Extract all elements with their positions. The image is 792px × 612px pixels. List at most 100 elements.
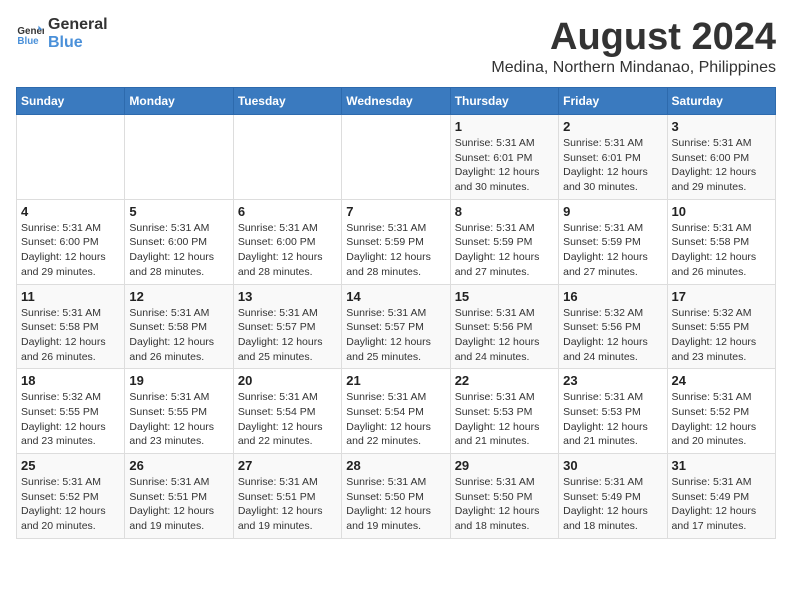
day-detail: Sunrise: 5:31 AM Sunset: 5:59 PM Dayligh… — [455, 221, 554, 280]
day-cell: 19Sunrise: 5:31 AM Sunset: 5:55 PM Dayli… — [125, 369, 233, 454]
day-cell: 29 Sunrise: 5:31 AM Sunset: 5:50 PM Dayli… — [450, 454, 558, 539]
day-detail: Sunrise: 5:31 AM Sunset: 5:58 PM Dayligh… — [672, 221, 771, 280]
day-number: 2 — [563, 119, 662, 134]
day-number: 18 — [21, 373, 120, 388]
day-number: 3 — [672, 119, 771, 134]
day-detail: Sunrise: 5:31 AM Sunset: 5:49 PM Dayligh… — [672, 475, 771, 534]
week-row-3: 18 Sunrise: 5:32 AM Sunset: 5:55 PM Dayli… — [17, 369, 776, 454]
page-header: General Blue General Blue August 2024 Me… — [16, 16, 776, 77]
day-number: 26 — [129, 458, 228, 473]
day-detail: Sunrise: 5:31 AM Sunset: 5:59 PM Dayligh… — [346, 221, 445, 280]
day-detail: Sunrise: 5:31 AM Sunset: 5:50 PM Dayligh… — [455, 475, 554, 534]
day-detail: Sunrise: 5:31 AM Sunset: 5:50 PM Dayligh… — [346, 475, 445, 534]
day-detail: Sunrise: 5:31 AM Sunset: 5:53 PM Dayligh… — [455, 390, 554, 449]
day-cell: 8Sunrise: 5:31 AM Sunset: 5:59 PM Daylig… — [450, 199, 558, 284]
day-cell: 16Sunrise: 5:32 AM Sunset: 5:56 PM Dayli… — [559, 284, 667, 369]
title-block: August 2024 Medina, Northern Mindanao, P… — [491, 16, 776, 77]
day-cell: 3 Sunrise: 5:31 AM Sunset: 6:00 PM Daylig… — [667, 115, 775, 200]
day-detail: Sunrise: 5:31 AM Sunset: 5:56 PM Dayligh… — [455, 306, 554, 365]
week-row-1: 4 Sunrise: 5:31 AM Sunset: 6:00 PM Daylig… — [17, 199, 776, 284]
header-wednesday: Wednesday — [342, 88, 450, 115]
header-thursday: Thursday — [450, 88, 558, 115]
day-cell: 1Sunrise: 5:31 AM Sunset: 6:01 PM Daylig… — [450, 115, 558, 200]
day-cell — [125, 115, 233, 200]
calendar-subtitle: Medina, Northern Mindanao, Philippines — [491, 59, 776, 77]
day-detail: Sunrise: 5:32 AM Sunset: 5:55 PM Dayligh… — [672, 306, 771, 365]
header-friday: Friday — [559, 88, 667, 115]
day-cell: 4 Sunrise: 5:31 AM Sunset: 6:00 PM Daylig… — [17, 199, 125, 284]
day-detail: Sunrise: 5:31 AM Sunset: 6:00 PM Dayligh… — [21, 221, 120, 280]
day-detail: Sunrise: 5:31 AM Sunset: 5:54 PM Dayligh… — [346, 390, 445, 449]
day-number: 7 — [346, 204, 445, 219]
day-number: 31 — [672, 458, 771, 473]
day-detail: Sunrise: 5:31 AM Sunset: 5:51 PM Dayligh… — [129, 475, 228, 534]
calendar-title: August 2024 — [491, 16, 776, 59]
day-number: 20 — [238, 373, 337, 388]
day-detail: Sunrise: 5:31 AM Sunset: 5:53 PM Dayligh… — [563, 390, 662, 449]
day-number: 22 — [455, 373, 554, 388]
day-cell: 15Sunrise: 5:31 AM Sunset: 5:56 PM Dayli… — [450, 284, 558, 369]
day-cell: 17 Sunrise: 5:32 AM Sunset: 5:55 PM Dayli… — [667, 284, 775, 369]
day-number: 1 — [455, 119, 554, 134]
day-number: 23 — [563, 373, 662, 388]
day-number: 6 — [238, 204, 337, 219]
svg-text:Blue: Blue — [17, 36, 39, 47]
day-detail: Sunrise: 5:31 AM Sunset: 5:58 PM Dayligh… — [129, 306, 228, 365]
header-tuesday: Tuesday — [233, 88, 341, 115]
day-cell: 31 Sunrise: 5:31 AM Sunset: 5:49 PM Dayli… — [667, 454, 775, 539]
day-detail: Sunrise: 5:31 AM Sunset: 6:00 PM Dayligh… — [672, 136, 771, 195]
day-cell: 11Sunrise: 5:31 AM Sunset: 5:58 PM Dayli… — [17, 284, 125, 369]
day-number: 4 — [21, 204, 120, 219]
logo-line1: General — [48, 16, 108, 34]
day-cell — [233, 115, 341, 200]
day-number: 29 — [455, 458, 554, 473]
day-cell — [17, 115, 125, 200]
calendar-table: Sunday Monday Tuesday Wednesday Thursday… — [16, 87, 776, 539]
day-number: 17 — [672, 289, 771, 304]
logo: General Blue General Blue — [16, 16, 108, 52]
day-number: 14 — [346, 289, 445, 304]
week-row-2: 11Sunrise: 5:31 AM Sunset: 5:58 PM Dayli… — [17, 284, 776, 369]
day-number: 5 — [129, 204, 228, 219]
day-cell: 23 Sunrise: 5:31 AM Sunset: 5:53 PM Dayli… — [559, 369, 667, 454]
day-cell: 26 Sunrise: 5:31 AM Sunset: 5:51 PM Dayli… — [125, 454, 233, 539]
week-row-4: 25Sunrise: 5:31 AM Sunset: 5:52 PM Dayli… — [17, 454, 776, 539]
header-row: Sunday Monday Tuesday Wednesday Thursday… — [17, 88, 776, 115]
day-detail: Sunrise: 5:31 AM Sunset: 5:54 PM Dayligh… — [238, 390, 337, 449]
day-detail: Sunrise: 5:31 AM Sunset: 5:52 PM Dayligh… — [672, 390, 771, 449]
day-cell: 2 Sunrise: 5:31 AM Sunset: 6:01 PM Daylig… — [559, 115, 667, 200]
day-number: 24 — [672, 373, 771, 388]
day-cell: 22 Sunrise: 5:31 AM Sunset: 5:53 PM Dayli… — [450, 369, 558, 454]
header-sunday: Sunday — [17, 88, 125, 115]
day-cell: 6Sunrise: 5:31 AM Sunset: 6:00 PM Daylig… — [233, 199, 341, 284]
day-cell: 10 Sunrise: 5:31 AM Sunset: 5:58 PM Dayli… — [667, 199, 775, 284]
day-cell: 21 Sunrise: 5:31 AM Sunset: 5:54 PM Dayli… — [342, 369, 450, 454]
day-number: 21 — [346, 373, 445, 388]
day-detail: Sunrise: 5:31 AM Sunset: 5:59 PM Dayligh… — [563, 221, 662, 280]
day-cell: 9 Sunrise: 5:31 AM Sunset: 5:59 PM Daylig… — [559, 199, 667, 284]
day-cell: 7 Sunrise: 5:31 AM Sunset: 5:59 PM Daylig… — [342, 199, 450, 284]
day-number: 28 — [346, 458, 445, 473]
day-detail: Sunrise: 5:31 AM Sunset: 5:49 PM Dayligh… — [563, 475, 662, 534]
day-cell — [342, 115, 450, 200]
day-detail: Sunrise: 5:32 AM Sunset: 5:55 PM Dayligh… — [21, 390, 120, 449]
week-row-0: 1 Sunrise: 5:31 AM Sunset: 6:01 PM Daylig… — [17, 115, 776, 200]
day-cell: 20 Sunrise: 5:31 AM Sunset: 5:54 PM Dayli… — [233, 369, 341, 454]
day-number: 12 — [129, 289, 228, 304]
day-number: 9 — [563, 204, 662, 219]
day-number: 19 — [129, 373, 228, 388]
day-cell: 5 Sunrise: 5:31 AM Sunset: 6:00 PM Daylig… — [125, 199, 233, 284]
day-detail: Sunrise: 5:31 AM Sunset: 5:51 PM Dayligh… — [238, 475, 337, 534]
day-detail: Sunrise: 5:31 AM Sunset: 5:57 PM Dayligh… — [238, 306, 337, 365]
day-number: 10 — [672, 204, 771, 219]
day-detail: Sunrise: 5:31 AM Sunset: 6:00 PM Dayligh… — [129, 221, 228, 280]
day-cell: 18 Sunrise: 5:32 AM Sunset: 5:55 PM Dayli… — [17, 369, 125, 454]
day-number: 30 — [563, 458, 662, 473]
day-number: 13 — [238, 289, 337, 304]
day-detail: Sunrise: 5:31 AM Sunset: 6:01 PM Dayligh… — [563, 136, 662, 195]
day-cell: 24 Sunrise: 5:31 AM Sunset: 5:52 PM Dayli… — [667, 369, 775, 454]
day-detail: Sunrise: 5:31 AM Sunset: 5:58 PM Dayligh… — [21, 306, 120, 365]
day-detail: Sunrise: 5:31 AM Sunset: 5:52 PM Dayligh… — [21, 475, 120, 534]
day-cell: 28 Sunrise: 5:31 AM Sunset: 5:50 PM Dayli… — [342, 454, 450, 539]
day-detail: Sunrise: 5:31 AM Sunset: 5:57 PM Dayligh… — [346, 306, 445, 365]
